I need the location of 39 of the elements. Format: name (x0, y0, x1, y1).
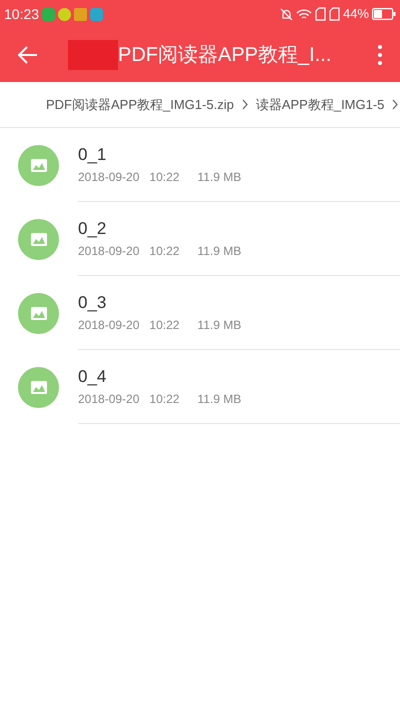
image-icon (30, 158, 46, 172)
file-time: 10:22 (149, 168, 180, 186)
chevron-icon (392, 99, 398, 110)
file-size: 11.9 MB (197, 390, 242, 408)
image-icon (30, 232, 46, 246)
file-row[interactable]: 0_4 2018-09-20 10:22 11.9 MB (0, 350, 400, 424)
file-name: 0_1 (78, 144, 108, 166)
wifi-icon (296, 8, 312, 20)
battery-icon (372, 8, 396, 20)
breadcrumb-item[interactable]: PDF阅读器APP教程_IMG1-5.zip (46, 94, 234, 114)
image-icon (30, 380, 46, 394)
file-time: 10:22 (149, 390, 180, 408)
file-name: 0_4 (78, 366, 108, 388)
muted-bell-icon (280, 8, 293, 20)
file-row[interactable]: 0_3 2018-09-20 10:22 11.9 MB (0, 276, 400, 350)
file-date: 2018-09-20 (78, 168, 140, 186)
file-date: 2018-09-20 (78, 242, 140, 260)
status-time: 10:23 (4, 4, 40, 24)
back-arrow-icon (18, 46, 38, 64)
file-name: 0_2 (78, 218, 108, 240)
sim-icon (328, 7, 340, 21)
battery-percent: 44% (342, 5, 369, 24)
file-row[interactable]: 0_1 2018-09-20 10:22 11.9 MB (0, 128, 400, 202)
file-date: 2018-09-20 (78, 390, 140, 408)
redaction-block (68, 40, 118, 70)
image-icon (30, 306, 46, 320)
file-date: 2018-09-20 (78, 316, 140, 334)
more-icon (378, 45, 382, 65)
file-size: 11.9 MB (197, 316, 242, 334)
sim-icon (314, 7, 326, 21)
file-time: 10:22 (149, 242, 180, 260)
file-row[interactable]: 0_2 2018-09-20 10:22 11.9 MB (0, 202, 400, 276)
breadcrumb-item[interactable]: 读器APP教程_IMG1-5 (256, 94, 384, 114)
file-name: 0_3 (78, 292, 108, 314)
file-size: 11.9 MB (197, 168, 242, 186)
toolbar-title: PDF阅读器APP教程_I... (118, 43, 332, 68)
file-size: 11.9 MB (197, 242, 242, 260)
file-time: 10:22 (149, 316, 180, 334)
chevron-icon (242, 99, 248, 110)
